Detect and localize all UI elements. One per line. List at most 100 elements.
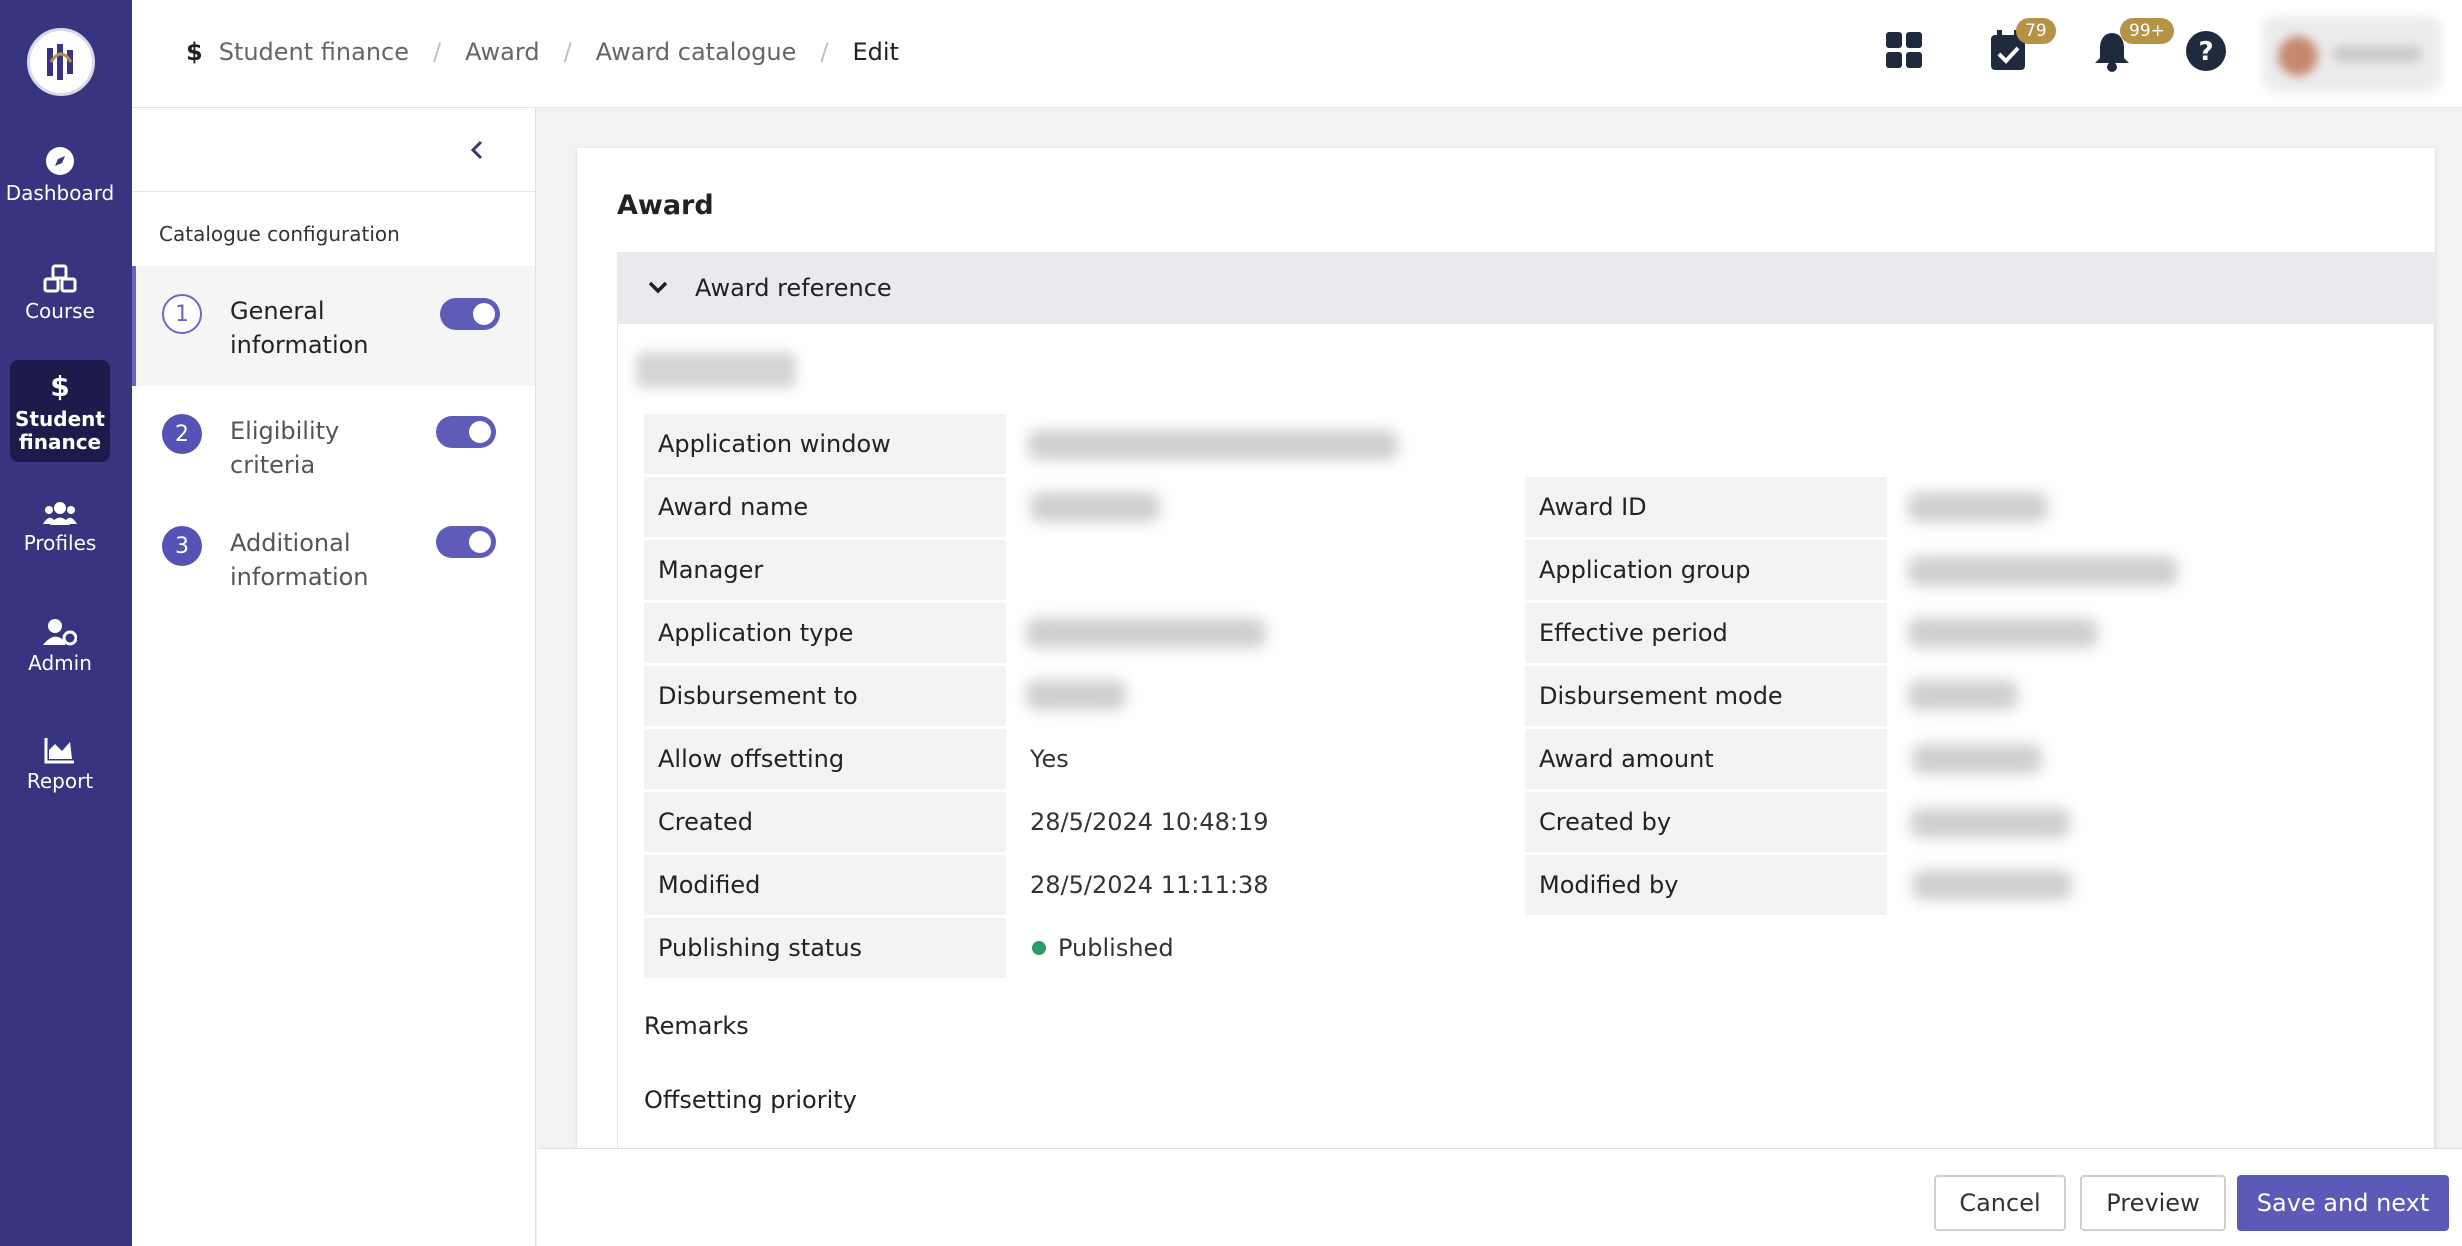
field-label: Award ID: [1525, 477, 1887, 537]
breadcrumb-separator: /: [433, 38, 442, 66]
nav-dashboard[interactable]: Dashboard: [6, 146, 114, 205]
breadcrumb-award[interactable]: Award: [465, 38, 539, 66]
logo-icon: [47, 44, 73, 80]
cancel-button[interactable]: Cancel: [1934, 1175, 2066, 1231]
main-nav: Dashboard Course $ Student finance Profi…: [0, 0, 132, 1246]
card-title: Award: [617, 190, 714, 221]
redacted-value: [1912, 744, 2042, 774]
step-number: 1: [162, 294, 202, 334]
step-label: Eligibility criteria: [230, 417, 340, 479]
field-label: Effective period: [1525, 603, 1887, 663]
step-number: 2: [162, 414, 202, 454]
breadcrumb-edit: Edit: [852, 38, 899, 66]
tasks-button[interactable]: 79: [1988, 18, 2056, 76]
field-label: Disbursement to: [644, 666, 1006, 726]
step-additional-information[interactable]: 3 Additional information: [132, 498, 535, 610]
breadcrumb-award-catalogue[interactable]: Award catalogue: [596, 38, 797, 66]
field-label: Disbursement mode: [1525, 666, 1887, 726]
svg-text:?: ?: [2198, 37, 2213, 67]
redacted-value: [1908, 556, 2178, 586]
nav-profiles[interactable]: Profiles: [10, 500, 110, 555]
dollar-icon: $: [50, 370, 69, 402]
nav-student-finance[interactable]: $ Student finance: [10, 360, 110, 462]
nav-admin-label: Admin: [28, 651, 92, 675]
status-dot-icon: [1032, 941, 1046, 955]
user-avatar-menu[interactable]: [2262, 16, 2442, 92]
collapse-panel-button[interactable]: [468, 138, 486, 166]
step-number: 3: [162, 526, 202, 566]
nav-course-label: Course: [25, 299, 95, 323]
catalogue-configuration-title: Catalogue configuration: [159, 222, 400, 246]
field-label: Application window: [644, 414, 1006, 474]
nav-report[interactable]: Report: [10, 736, 110, 793]
field-value: 28/5/2024 11:11:38: [1030, 871, 1269, 899]
breadcrumb-student-finance[interactable]: Student finance: [219, 38, 409, 66]
nav-course[interactable]: Course: [10, 264, 110, 323]
field-label: Created by: [1525, 792, 1887, 852]
breadcrumb-separator: /: [563, 38, 572, 66]
field-label: Created: [644, 792, 1006, 852]
redacted-value: [1908, 618, 2098, 648]
apps-button[interactable]: [1884, 30, 1924, 74]
field-label: Allow offsetting: [644, 729, 1006, 789]
step-toggle-additional-information[interactable]: [436, 526, 496, 558]
notifications-button[interactable]: 99+: [2092, 18, 2174, 76]
redacted-value: [1026, 618, 1266, 648]
step-toggle-eligibility-criteria[interactable]: [436, 416, 496, 448]
award-reference-section-header[interactable]: Award reference: [617, 252, 2435, 324]
compass-icon: [46, 147, 74, 175]
offsetting-priority-label: Offsetting priority: [644, 1086, 857, 1114]
nav-student-finance-label: Student finance: [15, 407, 105, 454]
user-cog-icon: [43, 619, 77, 646]
tasks-count-badge: 79: [2016, 18, 2056, 44]
field-value: 28/5/2024 10:48:19: [1030, 808, 1269, 836]
area-chart-icon: [44, 738, 74, 764]
redacted-value: [1028, 430, 1398, 460]
field-label: Award amount: [1525, 729, 1887, 789]
remarks-label: Remarks: [644, 1012, 749, 1040]
breadcrumb-separator: /: [820, 38, 829, 66]
step-toggle-general-information[interactable]: [440, 298, 500, 330]
chevron-left-icon: [470, 140, 483, 160]
app-logo[interactable]: [27, 28, 95, 96]
preview-button[interactable]: Preview: [2080, 1175, 2226, 1231]
publishing-status-value: Published: [1032, 918, 1174, 978]
cubes-icon: [43, 264, 77, 293]
collapse-row: [132, 108, 535, 192]
status-text: Published: [1058, 934, 1174, 962]
step-eligibility-criteria[interactable]: 2 Eligibility criteria: [132, 386, 535, 498]
field-label: Application type: [644, 603, 1006, 663]
redacted-value: [1908, 492, 2048, 522]
redacted-award-reference: [636, 352, 796, 388]
save-and-next-button[interactable]: Save and next: [2237, 1175, 2449, 1231]
field-label: Modified: [644, 855, 1006, 915]
help-icon: ?: [2186, 31, 2226, 71]
field-label: Modified by: [1525, 855, 1887, 915]
nav-dashboard-label: Dashboard: [5, 181, 115, 205]
redacted-value: [1026, 680, 1126, 710]
award-card: Award Award reference Application window…: [577, 148, 2435, 1154]
nav-admin[interactable]: Admin: [10, 618, 110, 675]
field-label: Publishing status: [644, 918, 1006, 978]
help-button[interactable]: ?: [2185, 30, 2227, 76]
nav-profiles-label: Profiles: [23, 531, 97, 555]
field-label: Manager: [644, 540, 1006, 600]
action-footer: Cancel Preview Save and next: [537, 1148, 2462, 1246]
award-reference-section-body: Application window Award name Manager Ap…: [617, 324, 2435, 1154]
redacted-value: [1030, 492, 1160, 522]
breadcrumb: $ Student finance / Award / Award catalo…: [186, 38, 899, 66]
step-label: General information: [230, 297, 369, 359]
step-general-information[interactable]: 1 General information: [132, 266, 535, 386]
redacted-value: [1908, 680, 2018, 710]
field-label: Application group: [1525, 540, 1887, 600]
redacted-value: [1910, 808, 2070, 838]
chevron-down-icon: [648, 281, 668, 294]
section-title: Award reference: [695, 274, 892, 302]
field-value: Yes: [1030, 745, 1069, 773]
catalogue-steps-panel: Catalogue configuration 1 General inform…: [132, 108, 536, 1246]
dollar-icon: $: [186, 38, 203, 66]
top-bar: $ Student finance / Award / Award catalo…: [132, 0, 2462, 108]
users-icon: [43, 502, 77, 525]
svg-text:$: $: [50, 370, 69, 402]
redacted-value: [1912, 870, 2072, 900]
